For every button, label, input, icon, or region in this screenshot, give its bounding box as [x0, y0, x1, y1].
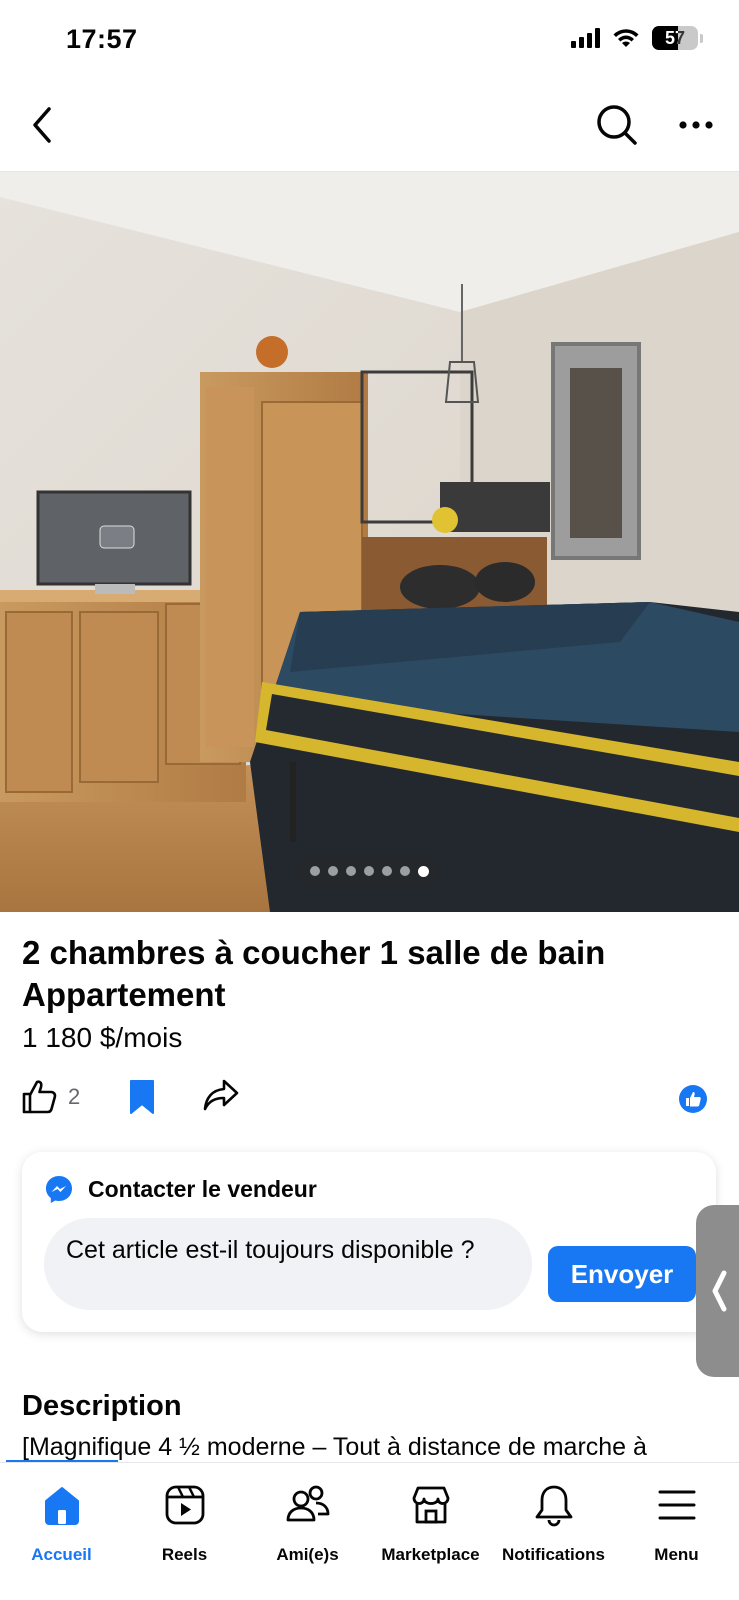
tab-label: Reels — [161, 1545, 208, 1564]
more-options-button[interactable] — [671, 100, 721, 150]
photo-pagination — [298, 855, 440, 887]
contact-seller-card: Contacter le vendeur Cet article est-il … — [22, 1152, 716, 1332]
contact-seller-header: Contacter le vendeur — [44, 1174, 317, 1204]
side-panel-handle[interactable] — [696, 1205, 739, 1377]
share-button[interactable] — [202, 1078, 240, 1112]
search-button[interactable] — [592, 100, 642, 150]
search-icon — [597, 105, 637, 145]
ellipsis-icon — [679, 121, 713, 129]
home-icon — [38, 1481, 86, 1529]
tab-reels[interactable]: Reels — [123, 1463, 246, 1600]
friends-icon — [284, 1481, 332, 1529]
description-text: [Magnifique 4 ½ moderne – Tout à distanc… — [22, 1433, 647, 1461]
send-button[interactable]: Envoyer — [548, 1246, 696, 1302]
photo-dot — [399, 866, 410, 876]
listing-title: 2 chambres à coucher 1 salle de bain App… — [22, 934, 606, 1013]
battery-icon: 57 — [652, 26, 698, 50]
status-bar: 17:57 57 — [0, 0, 739, 80]
like-badge-icon — [679, 1085, 707, 1113]
thumbs-up-icon — [22, 1080, 57, 1114]
bookmark-icon — [130, 1080, 154, 1114]
tab-label: Notifications — [502, 1545, 605, 1564]
back-button[interactable] — [17, 100, 67, 150]
tab-label: Marketplace — [381, 1545, 480, 1564]
photo-dot — [363, 866, 374, 876]
photo-dot-active — [417, 865, 429, 877]
reaction-like-badge — [678, 1084, 708, 1114]
messenger-icon — [46, 1176, 72, 1203]
listing-actions: 2 — [20, 1078, 720, 1122]
description-heading: Description — [22, 1390, 182, 1422]
tab-marketplace[interactable]: Marketplace — [369, 1463, 492, 1600]
tab-notifications[interactable]: Notifications — [492, 1463, 615, 1600]
tab-amis[interactable]: Ami(e)s — [246, 1463, 369, 1600]
tab-menu[interactable]: Menu — [615, 1463, 738, 1600]
menu-icon — [653, 1481, 701, 1529]
tab-label: Ami(e)s — [276, 1545, 339, 1564]
photo-dot — [381, 866, 392, 876]
share-icon — [203, 1079, 239, 1111]
bell-icon — [530, 1481, 578, 1529]
photo-dot — [345, 866, 356, 876]
photo-dot — [327, 866, 338, 876]
photo-dot — [309, 866, 320, 876]
tab-label: Accueil — [31, 1545, 92, 1564]
status-icons: 57 — [571, 26, 703, 50]
like-count: 2 — [68, 1084, 81, 1109]
battery-cap — [700, 33, 703, 43]
top-nav — [0, 80, 739, 172]
listing-photo[interactable] — [0, 172, 739, 912]
reels-icon — [161, 1481, 209, 1529]
listing-price: 1 180 $/mois — [22, 1022, 183, 1053]
marketplace-icon — [407, 1481, 455, 1529]
status-time: 17:57 — [66, 24, 138, 54]
tab-label: Menu — [654, 1545, 699, 1564]
contact-seller-title: Contacter le vendeur — [88, 1175, 317, 1202]
save-button[interactable] — [128, 1078, 156, 1116]
bottom-tab-bar: Accueil Reels Ami(e)s Marketplace Notifi… — [0, 1462, 739, 1600]
like-button[interactable]: 2 — [20, 1078, 80, 1116]
chevron-left-icon — [33, 107, 51, 143]
bedroom-photo-image — [0, 172, 739, 912]
message-input[interactable]: Cet article est-il toujours disponible ? — [44, 1218, 532, 1310]
battery-level: 57 — [664, 28, 686, 48]
cellular-signal-icon — [571, 28, 600, 48]
tab-accueil[interactable]: Accueil — [0, 1463, 123, 1600]
chevron-left-icon — [712, 1270, 727, 1312]
wifi-icon — [613, 29, 639, 47]
